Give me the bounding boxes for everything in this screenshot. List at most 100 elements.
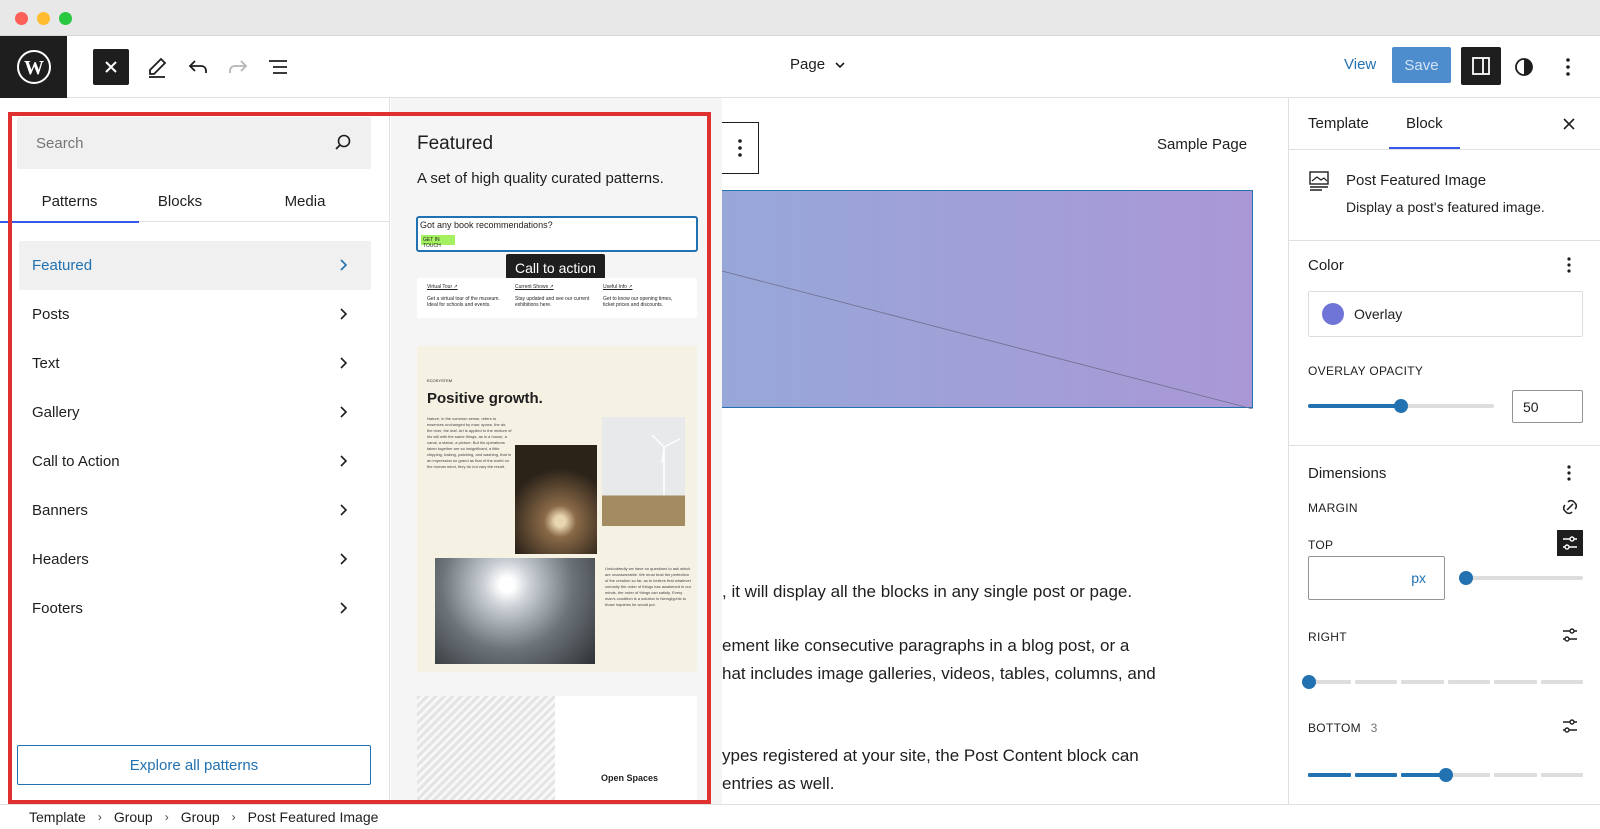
chevron-right-icon — [340, 455, 348, 467]
view-button[interactable]: View — [1344, 56, 1376, 73]
pattern-text: Positive growth. — [427, 390, 543, 407]
content-paragraph[interactable]: ement like consecutive paragraphs in a b… — [722, 632, 1129, 660]
bottom-custom-value-button[interactable] — [1557, 713, 1583, 739]
post-featured-image-placeholder[interactable] — [722, 190, 1253, 409]
tab-template[interactable]: Template — [1308, 115, 1369, 132]
abstract-image — [417, 696, 555, 804]
top-margin-slider[interactable] — [1459, 571, 1583, 585]
unit-select[interactable]: px — [1411, 570, 1426, 586]
slider-thumb[interactable] — [1439, 768, 1453, 782]
category-featured[interactable]: Featured — [19, 241, 371, 290]
close-inserter-button[interactable] — [93, 49, 129, 85]
sidebar-icon — [1472, 57, 1490, 75]
overlay-opacity-slider[interactable] — [1308, 399, 1494, 413]
redo-icon — [229, 60, 248, 73]
more-vertical-icon[interactable] — [1566, 464, 1572, 482]
chevron-down-icon — [835, 61, 845, 68]
category-gallery[interactable]: Gallery — [19, 388, 371, 437]
settings-sidebar-toggle[interactable] — [1461, 47, 1501, 85]
styles-button[interactable] — [1506, 49, 1542, 85]
minimize-window-button[interactable] — [37, 12, 50, 25]
forest-image — [515, 445, 597, 554]
close-window-button[interactable] — [15, 12, 28, 25]
pencil-icon — [149, 57, 167, 78]
nav-item-sample-page[interactable]: Sample Page — [1157, 136, 1247, 153]
featured-image-icon — [1309, 171, 1329, 191]
save-button[interactable]: Save — [1392, 47, 1451, 83]
right-custom-value-button[interactable] — [1557, 622, 1583, 648]
pattern-preview-call-to-action[interactable]: Got any book recommendations? GET IN TOU… — [416, 216, 698, 252]
pattern-column: Virtual Tour ↗ Get a virtual tour of the … — [427, 284, 507, 309]
undo-button[interactable] — [180, 49, 216, 85]
chevron-right-icon: › — [97, 810, 102, 824]
chevron-right-icon: › — [164, 810, 169, 824]
overlay-color-button[interactable]: Overlay — [1308, 291, 1583, 337]
top-custom-value-button[interactable] — [1557, 530, 1583, 556]
breadcrumb-item[interactable]: Group — [181, 809, 220, 825]
inserter-categories-panel: Patterns Blocks Media Featured Posts Tex… — [0, 98, 390, 804]
wind-turbine-icon — [651, 434, 681, 495]
slider-thumb[interactable] — [1394, 399, 1408, 413]
content-paragraph[interactable]: ypes registered at your site, the Post C… — [722, 742, 1139, 770]
chevron-right-icon — [340, 406, 348, 418]
overlay-opacity-input[interactable]: 50 — [1512, 390, 1583, 423]
block-name: Post Featured Image — [1346, 172, 1487, 189]
tab-media[interactable]: Media — [245, 180, 365, 222]
editor-canvas: Sample Page , it will display all the bl… — [722, 98, 1288, 804]
wordpress-icon: W — [16, 50, 51, 84]
document-title-dropdown[interactable]: Page — [790, 56, 847, 73]
right-label: RIGHT — [1308, 630, 1347, 644]
slider-thumb[interactable] — [1302, 675, 1316, 689]
pattern-text: Virtual Tour ↗ — [427, 284, 458, 290]
explore-all-patterns-button[interactable]: Explore all patterns — [17, 745, 371, 785]
category-label: Call to Action — [32, 453, 120, 470]
breadcrumb-item[interactable]: Group — [114, 809, 153, 825]
document-overview-button[interactable] — [260, 49, 296, 85]
section-divider — [1289, 445, 1600, 446]
window-titlebar — [0, 0, 1600, 36]
pattern-preview-open-spaces[interactable]: Open Spaces — [417, 696, 697, 804]
inserter-tabs: Patterns Blocks Media — [0, 180, 390, 223]
coast-image — [435, 558, 595, 664]
wordpress-logo-button[interactable]: W — [0, 36, 67, 98]
right-margin-preset-slider[interactable] — [1308, 680, 1583, 684]
pattern-text: GET IN TOUCH — [421, 235, 455, 249]
slider-thumb[interactable] — [1459, 571, 1473, 585]
contrast-icon — [1515, 58, 1533, 76]
category-headers[interactable]: Headers — [19, 535, 371, 584]
search-input[interactable] — [17, 117, 317, 169]
close-icon[interactable] — [1560, 115, 1578, 133]
settings-sliders-icon — [1563, 719, 1577, 733]
category-call-to-action[interactable]: Call to Action — [19, 437, 371, 486]
category-banners[interactable]: Banners — [19, 486, 371, 535]
redo-button[interactable] — [220, 49, 256, 85]
pattern-panel-title: Featured — [417, 133, 494, 154]
content-paragraph[interactable]: entries as well. — [722, 770, 834, 798]
more-vertical-icon[interactable] — [1566, 256, 1572, 274]
pattern-preview-positive-growth[interactable]: ECOSYSTEM Positive growth. Nature, in th… — [417, 346, 697, 672]
options-menu-button[interactable] — [1550, 49, 1586, 85]
category-posts[interactable]: Posts — [19, 290, 371, 339]
chevron-right-icon — [340, 602, 348, 614]
block-options-button[interactable] — [722, 122, 759, 174]
content-paragraph[interactable]: , it will display all the blocks in any … — [722, 578, 1132, 606]
category-footers[interactable]: Footers — [19, 584, 371, 633]
tools-button[interactable] — [139, 49, 175, 85]
block-description: Display a post's featured image. — [1346, 199, 1545, 215]
pattern-preview-links[interactable]: Virtual Tour ↗ Get a virtual tour of the … — [417, 278, 697, 318]
search-icon — [335, 134, 351, 150]
zoom-window-button[interactable] — [59, 12, 72, 25]
tab-block[interactable]: Block — [1389, 115, 1460, 149]
tab-patterns[interactable]: Patterns — [0, 180, 139, 223]
tab-blocks[interactable]: Blocks — [120, 180, 240, 222]
content-paragraph[interactable]: hat includes image galleries, videos, ta… — [722, 660, 1156, 688]
link-sides-icon[interactable] — [1559, 496, 1581, 518]
pattern-preview-panel: Featured A set of high quality curated p… — [391, 98, 722, 804]
category-text[interactable]: Text — [19, 339, 371, 388]
breadcrumb-item: Post Featured Image — [247, 809, 379, 825]
category-label: Banners — [32, 502, 88, 519]
chevron-right-icon — [340, 259, 348, 271]
list-view-icon — [269, 60, 287, 74]
breadcrumb-item[interactable]: Template — [29, 809, 86, 825]
top-margin-input[interactable]: px — [1308, 556, 1445, 600]
